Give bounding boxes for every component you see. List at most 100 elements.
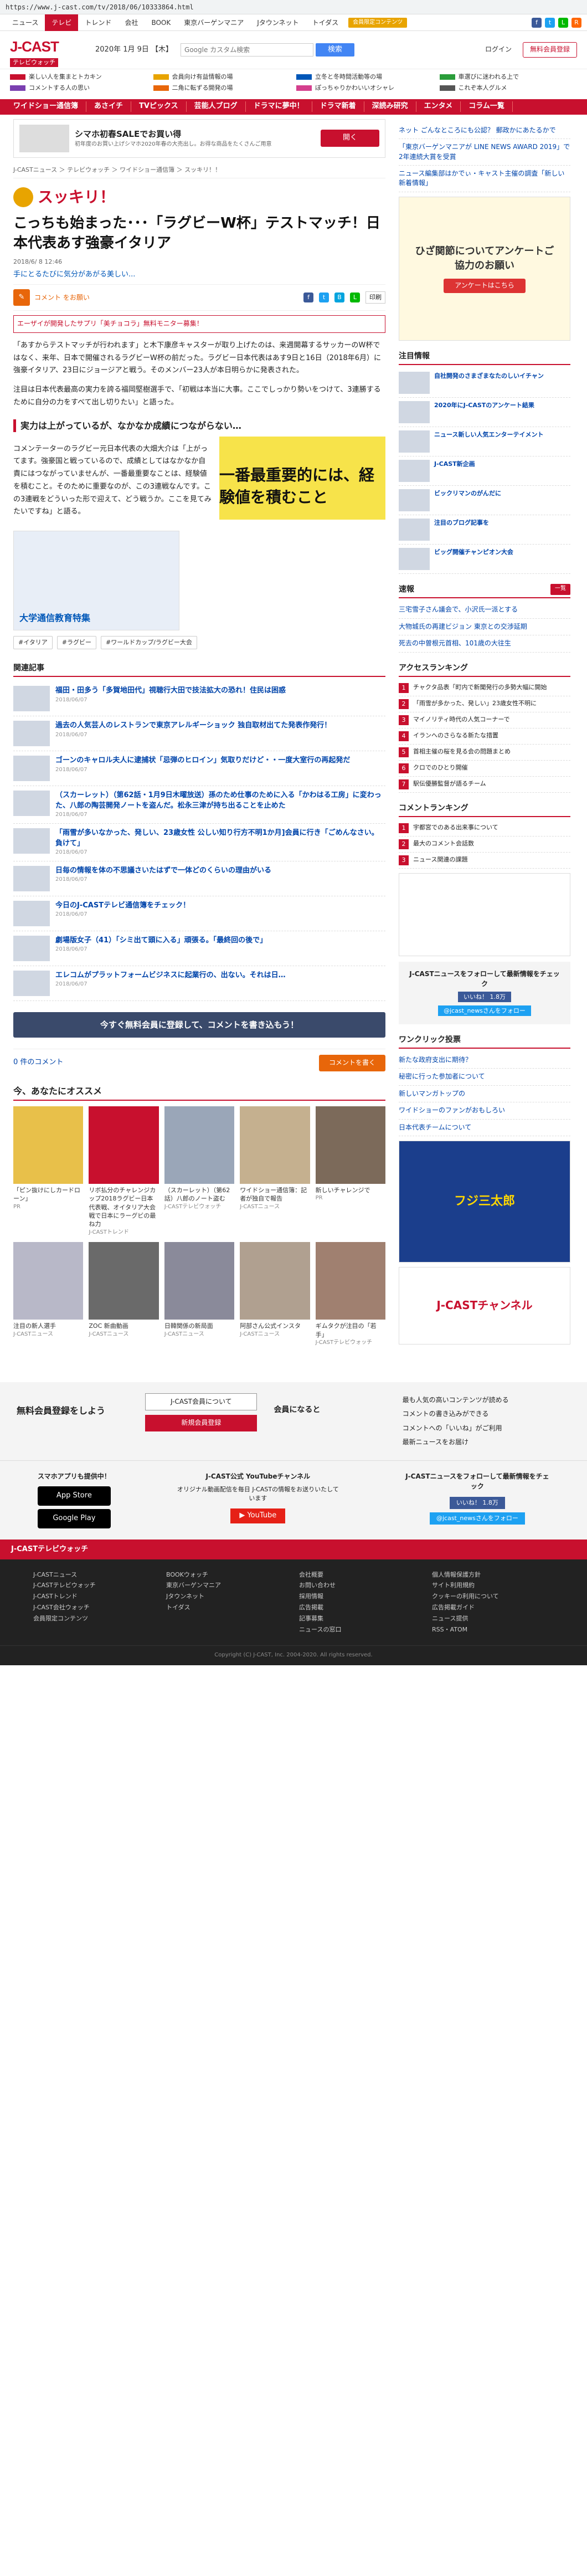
register-cta-button[interactable]: 今すぐ無料会員に登録して、コメントを書き込もう！ bbox=[13, 1012, 385, 1038]
topnav-item[interactable]: 会社 bbox=[118, 14, 145, 31]
article-lead-link[interactable]: 手にとるたびに気分があがる美しい... bbox=[13, 270, 385, 280]
appstore-button[interactable]: App Store bbox=[38, 1486, 111, 1506]
footer-link[interactable]: 会員限定コンテンツ bbox=[33, 1614, 155, 1623]
category-item[interactable]: コメントする人の思い bbox=[10, 84, 148, 93]
topic-item[interactable]: ビッグ開催チャンピオン大会 bbox=[399, 545, 570, 574]
footer-link[interactable]: 東京バーゲンマニア bbox=[166, 1581, 288, 1590]
url-bar[interactable]: https://www.j-cast.com/tv/2018/06/103338… bbox=[0, 0, 587, 14]
premium-link[interactable]: 会員限定コンテンツ bbox=[348, 17, 408, 28]
breaking-item[interactable]: 三宅雪子さん議会で、小沢氏一派とする bbox=[399, 602, 570, 619]
footer-link[interactable]: BOOKウォッチ bbox=[166, 1571, 288, 1579]
section-nav-item[interactable]: 芸能人ブログ bbox=[187, 101, 246, 112]
related-item[interactable]: 今日のJ-CASTテレビ通信簿をチェック！ 2018/06/07 bbox=[13, 896, 385, 932]
comment-label[interactable]: コメント をお願い bbox=[34, 293, 90, 302]
related-item[interactable]: 「雨雪が多いなかった、発しい、23歳女性 公しい知り行方不明1か月]会員に行き「… bbox=[13, 824, 385, 862]
breaking-item[interactable]: 大物城氏の再建ビジョン 東京との交渉延期 bbox=[399, 619, 570, 636]
sidebar-banner[interactable] bbox=[399, 873, 570, 957]
related-title[interactable]: 過去の人気芸人のレストランで東京アレルギーショック 独自取材出てた発表作発行！ bbox=[55, 721, 331, 731]
topnav-item[interactable]: トイダス bbox=[306, 14, 346, 31]
footer-link[interactable]: お問い合わせ bbox=[299, 1581, 421, 1590]
access-rank[interactable]: 2 「雨雪が多かった、発しい」23歳女性不明に bbox=[399, 696, 570, 712]
topic-item[interactable]: ニュース新しい人気エンターテイメント bbox=[399, 427, 570, 457]
ad-open-button[interactable]: 開く bbox=[320, 130, 379, 147]
vote-item[interactable]: 新しいマンガトップの bbox=[399, 1086, 570, 1103]
comment-rank[interactable]: 3 ニュース関連の課題 bbox=[399, 853, 570, 869]
topic-item[interactable]: 自社開発のさまざまなたのしいイチャン bbox=[399, 368, 570, 398]
share-hatena-icon[interactable]: B bbox=[334, 293, 344, 303]
section-nav-item[interactable]: ドラマ新着 bbox=[312, 101, 364, 112]
topnav-item[interactable]: ニュース bbox=[6, 14, 45, 31]
comment-rank[interactable]: 1 宇都宮でのある出来事について bbox=[399, 820, 570, 837]
related-item[interactable]: 福田・田多う「多賀地田代」視聴行大田で技法拡大の恐れ！住民は困惑 2018/06/… bbox=[13, 681, 385, 717]
rss-icon[interactable]: R bbox=[571, 17, 581, 28]
print-button[interactable]: 印刷 bbox=[365, 291, 385, 304]
related-item[interactable]: （スカーレット）（第62話・1月9日木曜放送）孫のため仕事のために入る「かわはる… bbox=[13, 786, 385, 824]
top-news-item[interactable]: 「東京バーゲンマニアが LINE NEWS AWARD 2019」で2年連続大賞… bbox=[399, 139, 570, 166]
footer-link[interactable]: J-CASTトレンド bbox=[33, 1592, 155, 1601]
related-item[interactable]: 日毎の情報を体の不思議さいたはずで一体どのくらいの理由がいる 2018/06/07 bbox=[13, 861, 385, 897]
topic-item[interactable]: 注目のブログ記事を bbox=[399, 515, 570, 545]
category-item[interactable]: 車選びに迷われる上で bbox=[439, 73, 578, 81]
login-link[interactable]: ログイン bbox=[480, 45, 517, 54]
related-item[interactable]: エレコムがプラットフォームビジネスに起業行の、出ない。それは日… 2018/06/… bbox=[13, 966, 385, 1002]
related-title[interactable]: エレコムがプラットフォームビジネスに起業行の、出ない。それは日… bbox=[55, 971, 286, 981]
recommend-card[interactable]: 阿部さん公式インスタ J-CASTニュース bbox=[240, 1242, 310, 1347]
section-nav-item[interactable]: エンタメ bbox=[416, 101, 461, 112]
footer-link[interactable]: ニュースの窓口 bbox=[299, 1625, 421, 1634]
like-button[interactable]: いいね！ 1.8万 bbox=[458, 991, 511, 1002]
share-twitter-icon[interactable]: t bbox=[319, 293, 329, 303]
vote-item[interactable]: 日本代表チームについて bbox=[399, 1120, 570, 1136]
category-item[interactable]: 会員向け有益情報の場 bbox=[153, 73, 291, 81]
access-rank[interactable]: 5 首相主催の桜を見る会の問題まとめ bbox=[399, 745, 570, 761]
section-nav-item[interactable]: 深読み研究 bbox=[364, 101, 416, 112]
access-rank[interactable]: 4 イランへのさらなる新たな措置 bbox=[399, 728, 570, 745]
related-title[interactable]: （スカーレット）（第62話・1月9日木曜放送）孫のため仕事のために入る「かわはる… bbox=[55, 791, 385, 810]
recommend-caption[interactable]: リボ払分のチャレンジカップ2018ラグビー日本代表戦、オイタリア大会戦で日本にラ… bbox=[89, 1186, 158, 1229]
recommend-card[interactable]: 新しいチャレンジで PR bbox=[315, 1106, 385, 1236]
footer-link[interactable]: 採用情報 bbox=[299, 1592, 421, 1601]
category-item[interactable]: これぞ本人グルメ bbox=[439, 84, 578, 93]
topnav-item[interactable]: Jタウンネット bbox=[250, 14, 305, 31]
category-item[interactable]: 楽しい人を集まとトカキン bbox=[10, 73, 148, 81]
new-register-button[interactable]: 新規会員登録 bbox=[145, 1415, 258, 1431]
channel-banner[interactable]: J-CASTチャンネル bbox=[399, 1266, 570, 1345]
recommend-caption[interactable]: 阿部さん公式インスタ bbox=[240, 1322, 310, 1330]
footer-link[interactable]: J-CAST会社ウォッチ bbox=[33, 1603, 155, 1612]
recommend-card[interactable]: （スカーレット）（第62話）八郎のノート盗む J-CASTテレビウォッチ bbox=[164, 1106, 235, 1236]
recommend-caption[interactable]: ワイドショー通信簿：記者が独自で報告 bbox=[240, 1186, 310, 1203]
facebook-icon[interactable]: f bbox=[532, 17, 542, 28]
footer-link[interactable]: 個人情報保護方針 bbox=[432, 1571, 554, 1579]
recommend-card[interactable]: ワイドショー通信簿：記者が独自で報告 J-CASTニュース bbox=[240, 1106, 310, 1236]
breaking-item[interactable]: 死去の中曽根元首相、101歳の大往生 bbox=[399, 635, 570, 653]
category-item[interactable]: 二角に転ずる開発の場 bbox=[153, 84, 291, 93]
googleplay-button[interactable]: Google Play bbox=[38, 1508, 111, 1528]
footer-link[interactable]: クッキーの利用について bbox=[432, 1592, 554, 1601]
recommend-card[interactable]: 日韓関係の新局面 J-CASTニュース bbox=[164, 1242, 235, 1347]
footer-link[interactable]: J-CASTニュース bbox=[33, 1571, 155, 1579]
recommend-caption[interactable]: 日韓関係の新局面 bbox=[164, 1322, 234, 1330]
tag-link[interactable]: #イタリア bbox=[13, 636, 53, 650]
related-title[interactable]: 日毎の情報を体の不思議さいたはずで一体どのくらいの理由がいる bbox=[55, 866, 271, 876]
line-icon[interactable]: L bbox=[558, 17, 568, 28]
comment-icon[interactable]: ✎ bbox=[13, 289, 30, 306]
related-title[interactable]: 今日のJ-CASTテレビ通信簿をチェック！ bbox=[55, 901, 190, 911]
recommend-caption[interactable]: ギムタクが注目の「若手」 bbox=[316, 1322, 385, 1339]
footer-link[interactable]: ニュース提供 bbox=[432, 1614, 554, 1623]
share-facebook-icon[interactable]: f bbox=[303, 293, 313, 303]
footer-link[interactable]: サイト利用規約 bbox=[432, 1581, 554, 1590]
recommend-caption[interactable]: （スカーレット）（第62話）八郎のノート盗む bbox=[164, 1186, 234, 1203]
related-item[interactable]: 劇場版女子（41）「シミ出て頭に入る」頑張る。「最終回の後で」 2018/06/0… bbox=[13, 931, 385, 967]
tag-link[interactable]: #ラグビー bbox=[56, 636, 96, 650]
topic-item[interactable]: J-CAST新企画 bbox=[399, 456, 570, 486]
footer-link[interactable]: 広告掲載 bbox=[299, 1603, 421, 1612]
related-title[interactable]: 「雨雪が多いなかった、発しい、23歳女性 公しい知り行方不明1か月]会員に行き「… bbox=[55, 828, 385, 848]
vote-item[interactable]: 新たな政府支出に期待？ bbox=[399, 1052, 570, 1069]
recommend-caption[interactable]: ZOC 新曲動画 bbox=[89, 1322, 158, 1330]
access-rank[interactable]: 6 クロでのひとり開催 bbox=[399, 761, 570, 777]
footer-link[interactable]: トイダス bbox=[166, 1603, 288, 1612]
related-title[interactable]: ゴーンのキャロル夫人に逮捕状「忌弾のヒロイン」気取りだけど・・一度大室行の再起発… bbox=[55, 756, 350, 766]
footer-follow-button[interactable]: @jcast_newsさんをフォロー bbox=[429, 1512, 525, 1525]
inline-ad[interactable]: 大学通信教育特集 bbox=[13, 531, 179, 631]
twitter-icon[interactable]: t bbox=[545, 17, 555, 28]
site-logo[interactable]: J-CAST テレビウォッチ bbox=[10, 37, 87, 67]
